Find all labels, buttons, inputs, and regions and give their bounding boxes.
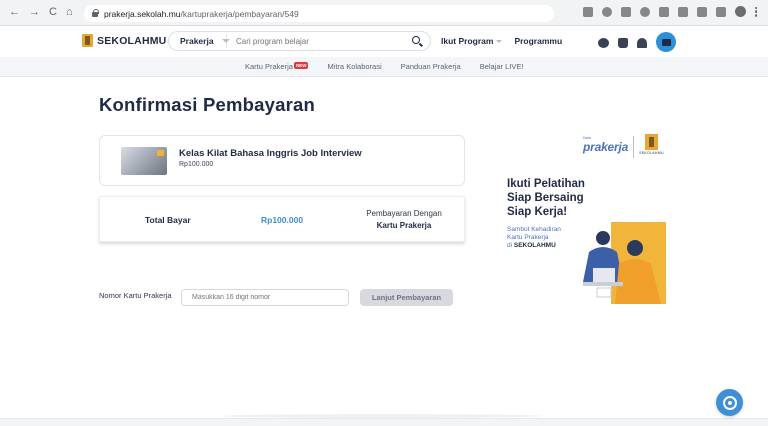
lock-icon bbox=[92, 9, 99, 17]
promo-sub-prefix: di bbox=[507, 242, 514, 249]
briefcase-icon bbox=[661, 38, 671, 46]
payment-method-value: Kartu Prakerja bbox=[376, 221, 432, 230]
course-price: Rp100.000 bbox=[179, 161, 214, 168]
sub-nav-kartu-prakerja-label: Kartu Prakerja bbox=[245, 62, 293, 71]
reload-icon[interactable]: C bbox=[49, 7, 57, 18]
new-badge: NEW bbox=[293, 62, 309, 69]
promo-sub-line: Sambut Kehadiran bbox=[507, 226, 561, 233]
chevron-down-icon bbox=[496, 39, 503, 43]
star-icon[interactable] bbox=[621, 6, 631, 17]
user-avatar[interactable] bbox=[656, 32, 676, 52]
promo-illustration bbox=[583, 222, 666, 304]
bell-icon[interactable] bbox=[637, 38, 647, 48]
search-category-label: Prakerja bbox=[180, 36, 214, 46]
promo-subtext: Sambut Kehadiran Kartu Prakerja di SEKOL… bbox=[507, 226, 561, 250]
search-bar: Prakerja bbox=[168, 31, 431, 51]
sub-nav: Kartu Prakerja NEW Mitra Kolaborasi Pandu… bbox=[0, 57, 768, 77]
help-chat-button[interactable] bbox=[716, 389, 743, 416]
key-icon[interactable] bbox=[583, 6, 593, 17]
page-title: Konfirmasi Pembayaran bbox=[99, 94, 316, 115]
promo-sub-line: Kartu Prakerja bbox=[507, 234, 549, 241]
eye-off-icon[interactable] bbox=[602, 6, 612, 17]
nav-ikut-program-label: Ikut Program bbox=[441, 36, 494, 46]
promo-headline: Ikuti Pelatihan Siap Bersaing Siap Kerja… bbox=[507, 177, 585, 219]
back-icon[interactable]: ← bbox=[9, 7, 20, 18]
sub-nav-items: Kartu Prakerja NEW Mitra Kolaborasi Pandu… bbox=[245, 62, 523, 71]
logo-text: SEKOLAHMU bbox=[97, 34, 167, 47]
more-menu-icon[interactable] bbox=[755, 6, 758, 17]
promo-headline-line: Ikuti Pelatihan bbox=[507, 178, 585, 190]
promo-headline-line: Siap Kerja! bbox=[507, 206, 568, 218]
logo-divider bbox=[633, 136, 635, 158]
url-path: /kartuprakerja/pembayaran/549 bbox=[180, 8, 299, 19]
home-icon[interactable]: ⌂ bbox=[66, 7, 73, 18]
course-card: Kelas Kilat Bahasa Inggris Job Interview… bbox=[99, 135, 465, 186]
prakerja-logo-small: Kartu bbox=[583, 136, 592, 140]
total-label: Total Bayar bbox=[145, 215, 191, 225]
continue-payment-button[interactable]: Lanjut Pembayaran bbox=[360, 289, 453, 306]
extension-icon[interactable] bbox=[640, 6, 650, 17]
search-category-dropdown[interactable]: Prakerja bbox=[169, 34, 230, 48]
profile-avatar-icon[interactable] bbox=[735, 6, 746, 17]
promo-sub-brand: SEKOLAHMU bbox=[513, 242, 556, 249]
sekolahmu-logo[interactable]: SEKOLAHMU bbox=[82, 34, 166, 47]
card-number-input[interactable] bbox=[181, 289, 349, 306]
bag-icon[interactable] bbox=[618, 38, 628, 48]
browser-extension-icons bbox=[583, 6, 758, 17]
partner-logo-text: SEKOLAHMU bbox=[639, 151, 664, 155]
promo-sub-line-brand: di SEKOLAHMU bbox=[507, 242, 561, 250]
site-header: SEKOLAHMU Prakerja Ikut Program Programm… bbox=[0, 26, 768, 57]
sekolahmu-logo-icon bbox=[644, 134, 658, 150]
download-icon[interactable] bbox=[659, 6, 669, 17]
prakerja-logo-word: prakerja bbox=[583, 140, 629, 154]
sub-nav-mitra-kolaborasi[interactable]: Mitra Kolaborasi bbox=[327, 62, 381, 71]
chat-icon[interactable] bbox=[598, 38, 609, 48]
payment-summary-card: Total Bayar Rp100.000 Pembayaran Dengan … bbox=[99, 196, 465, 242]
course-thumbnail bbox=[121, 147, 167, 175]
promo-banner: Kartu prakerja SEKOLAHMU Ikuti Pelatihan… bbox=[497, 126, 669, 306]
total-amount: Rp100.000 bbox=[261, 215, 304, 225]
promo-headline-line: Siap Bersaing bbox=[507, 192, 584, 204]
mail-icon[interactable] bbox=[678, 6, 688, 17]
url-host: prakerja.sekolah.mu bbox=[104, 8, 181, 19]
partner-logo: SEKOLAHMU bbox=[639, 134, 664, 155]
sub-nav-belajar-live[interactable]: Belajar LIVE! bbox=[480, 62, 524, 71]
browser-nav-buttons: ← → C ⌂ bbox=[0, 7, 86, 18]
course-name: Kelas Kilat Bahasa Inggris Job Interview bbox=[179, 148, 362, 159]
prakerja-logo: Kartu prakerja SEKOLAHMU bbox=[583, 134, 664, 158]
address-bar[interactable]: prakerja.sekolah.mu/kartuprakerja/pembay… bbox=[84, 5, 554, 22]
browser-toolbar: ← → C ⌂ prakerja.sekolah.mu/kartuprakerj… bbox=[0, 0, 768, 26]
nav-ikut-program[interactable]: Ikut Program bbox=[441, 36, 503, 46]
nav-programmu[interactable]: Programmu bbox=[514, 36, 562, 46]
footer-bar bbox=[0, 418, 768, 426]
sub-nav-panduan-prakerja[interactable]: Panduan Prakerja bbox=[401, 62, 461, 71]
document-icon[interactable] bbox=[697, 6, 707, 17]
header-icons bbox=[598, 32, 676, 52]
puzzle-icon[interactable] bbox=[716, 6, 726, 17]
headset-icon bbox=[722, 395, 737, 410]
forward-icon[interactable]: → bbox=[29, 7, 40, 18]
search-icon[interactable] bbox=[412, 36, 420, 44]
sekolahmu-logo-icon bbox=[82, 34, 93, 47]
payment-method-label: Pembayaran Dengan bbox=[366, 209, 442, 218]
sub-nav-kartu-prakerja[interactable]: Kartu Prakerja NEW bbox=[245, 62, 309, 71]
card-number-label: Nomor Kartu Prakerja bbox=[99, 291, 172, 300]
header-nav: Ikut Program Programmu bbox=[441, 36, 562, 46]
search-input[interactable] bbox=[227, 36, 397, 46]
